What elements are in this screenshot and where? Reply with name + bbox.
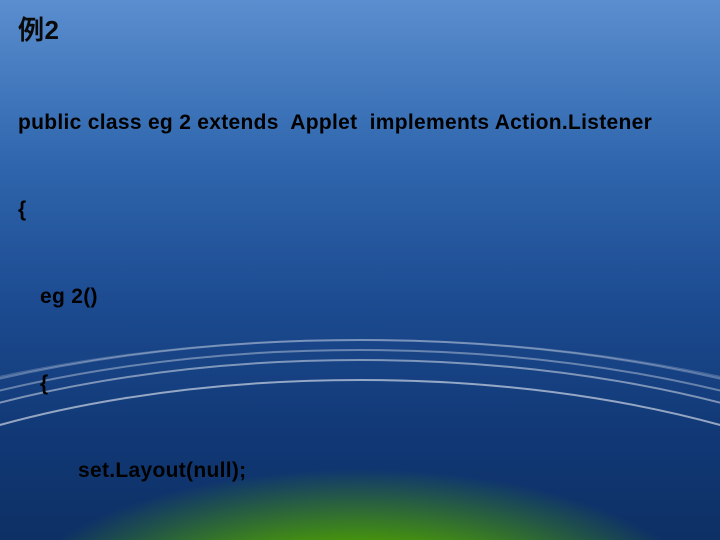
code-line: set.Layout(null); bbox=[78, 457, 702, 486]
code-line: { bbox=[40, 370, 702, 399]
code-block: public class eg 2 extends Applet impleme… bbox=[18, 51, 702, 540]
code-line: eg 2() bbox=[40, 283, 702, 312]
code-line: { bbox=[18, 196, 702, 225]
slide-title: 例2 bbox=[18, 10, 702, 47]
content-area: 例2 public class eg 2 extends Applet impl… bbox=[0, 0, 720, 540]
slide: 例2 public class eg 2 extends Applet impl… bbox=[0, 0, 720, 540]
code-line: public class eg 2 extends Applet impleme… bbox=[18, 109, 702, 138]
